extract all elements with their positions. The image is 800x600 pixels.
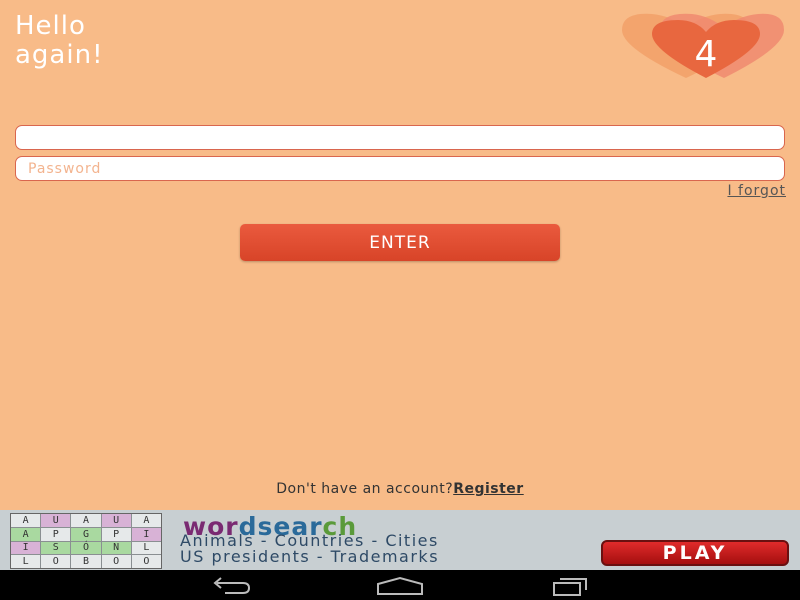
grid-letter: U bbox=[41, 514, 71, 527]
register-prompt: Don't have an account?Register bbox=[0, 481, 800, 497]
grid-letter: A bbox=[11, 527, 41, 541]
system-navigation-bar bbox=[0, 570, 800, 600]
grid-letter: I bbox=[11, 541, 41, 555]
logo-number: 4 bbox=[695, 34, 718, 75]
grid-letter: L bbox=[11, 555, 41, 568]
grid-letter: A bbox=[71, 514, 101, 527]
ad-wordsearch-grid-image: A U A U A A P G P I I S Ó N L L O B O O bbox=[10, 513, 162, 569]
grid-letter: A bbox=[131, 514, 161, 527]
grid-letter: I bbox=[131, 527, 161, 541]
home-icon[interactable] bbox=[375, 575, 425, 597]
grid-letter: G bbox=[71, 527, 101, 541]
recent-apps-icon[interactable] bbox=[548, 575, 598, 597]
greeting-heading: Hello again! bbox=[15, 12, 235, 70]
grid-letter: O bbox=[131, 555, 161, 568]
ad-tagline-2: US presidents - Trademarks bbox=[180, 547, 440, 566]
grid-letter: Ó bbox=[71, 541, 101, 555]
grid-letter: P bbox=[41, 527, 71, 541]
ad-play-button[interactable]: PLAY bbox=[601, 540, 789, 566]
grid-letter: O bbox=[101, 555, 131, 568]
grid-letter: B bbox=[71, 555, 101, 568]
register-link[interactable]: Register bbox=[453, 481, 524, 497]
app-logo: 4 bbox=[622, 13, 784, 78]
grid-letter: A bbox=[11, 514, 41, 527]
grid-letter: P bbox=[101, 527, 131, 541]
grid-letter: U bbox=[101, 514, 131, 527]
grid-letter: O bbox=[41, 555, 71, 568]
no-account-text: Don't have an account? bbox=[276, 481, 454, 497]
username-field[interactable] bbox=[15, 125, 785, 150]
grid-letter: S bbox=[41, 541, 71, 555]
ad-banner[interactable]: A U A U A A P G P I I S Ó N L L O B O O … bbox=[0, 510, 800, 570]
password-field[interactable] bbox=[15, 156, 785, 181]
enter-button[interactable]: ENTER bbox=[240, 224, 560, 261]
grid-letter: N bbox=[101, 541, 131, 555]
back-icon[interactable] bbox=[205, 575, 255, 597]
grid-letter: L bbox=[131, 541, 161, 555]
greeting-line-2: again! bbox=[15, 40, 104, 70]
greeting-line-1: Hello bbox=[15, 11, 86, 41]
forgot-password-link[interactable]: I forgot bbox=[727, 183, 786, 199]
